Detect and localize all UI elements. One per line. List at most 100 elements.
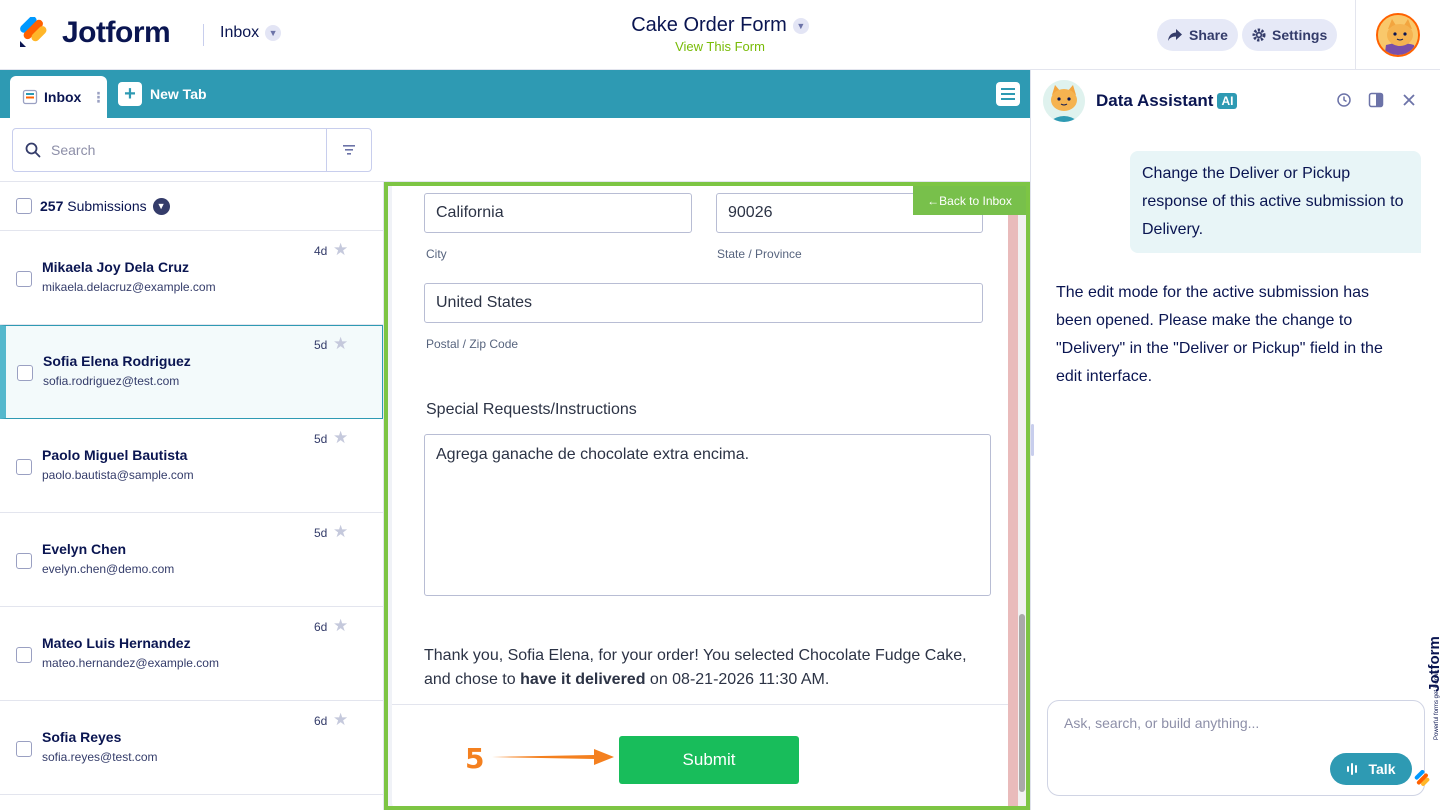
star-icon[interactable]: ★ [333,428,348,448]
hamburger-menu-icon[interactable] [996,82,1020,106]
form-scrollbar[interactable] [1018,186,1026,806]
history-icon[interactable] [1336,92,1352,108]
star-icon[interactable]: ★ [333,710,348,730]
submission-age: 6d [314,620,328,634]
jotform-watermark-icon [1414,770,1430,786]
edit-form-frame: California 90026 City State / Province U… [384,182,1030,810]
submitter-name: Paolo Miguel Bautista [42,447,188,463]
state-sublabel: State / Province [717,247,802,261]
zip-field[interactable]: United States [424,283,983,323]
new-tab-label: New Tab [150,86,207,102]
arrow-right-icon [492,749,614,765]
header-divider-right [1355,0,1356,70]
share-button[interactable]: Share [1157,19,1238,51]
row-checkbox[interactable] [16,553,32,569]
filter-button[interactable] [326,128,372,172]
assistant-title: Data Assistant [1096,91,1214,110]
step-number: 5 [465,742,485,775]
inbox-icon [22,89,38,105]
submissions-list: 257 Submissions ▼ Mikaela Joy Dela Cruz … [0,182,384,810]
data-assistant-panel: Data Assistant AI Change the Deliver or … [1030,70,1440,810]
submitter-email: sofia.reyes@test.com [42,750,158,764]
back-to-inbox-button[interactable]: ←Back to Inbox [913,186,1026,215]
user-avatar[interactable] [1376,13,1420,57]
assistant-message: The edit mode for the active submission … [1056,284,1383,385]
submitter-name: Mateo Luis Hernandez [42,635,191,651]
gear-icon [1252,28,1266,42]
more-vertical-icon[interactable]: ⋮ [91,90,105,104]
star-icon[interactable]: ★ [333,240,348,260]
form-edge [1008,186,1018,806]
assistant-header: Data Assistant AI [1043,80,1238,122]
special-requests-label: Special Requests/Instructions [426,401,637,418]
thank-you-text: Thank you, Sofia Elena, for your order! … [424,647,967,688]
share-icon [1168,29,1182,41]
search-row [0,118,1030,182]
list-item-active[interactable]: Sofia Elena Rodriguez sofia.rodriguez@te… [0,325,383,419]
plus-icon: + [118,82,142,106]
row-checkbox[interactable] [16,741,32,757]
list-item[interactable]: Mateo Luis Hernandez mateo.hernandez@exa… [0,607,383,701]
panel-toggle-icon[interactable] [1368,92,1384,108]
assistant-input[interactable] [1064,715,1404,739]
zip-sublabel: Postal / Zip Code [426,337,519,351]
search-input[interactable] [51,142,301,158]
submissions-header: 257 Submissions ▼ [0,182,383,231]
submitter-name: Sofia Elena Rodriguez [43,353,191,369]
submit-button[interactable]: Submit [619,736,799,784]
submitter-email: paolo.bautista@sample.com [42,468,194,482]
top-header: Jotform Inbox ▼ Cake Order Form ▼ View T… [0,0,1440,70]
settings-button[interactable]: Settings [1242,19,1338,51]
talk-button[interactable]: Talk [1330,753,1412,785]
form-title-dropdown[interactable]: Cake Order Form ▼ [631,14,809,37]
delivery-choice: have it delivered [520,671,646,688]
city-field[interactable]: California [424,193,692,233]
user-message-bubble: Change the Deliver or Pickup response of… [1130,151,1421,253]
chevron-down-icon[interactable]: ▼ [152,197,170,215]
new-tab-button[interactable]: + New Tab [118,82,207,106]
list-item[interactable]: Paolo Miguel Bautista paolo.bautista@sam… [0,419,383,513]
row-checkbox[interactable] [16,459,32,475]
star-icon[interactable]: ★ [333,522,348,542]
assistant-avatar [1043,80,1085,122]
star-icon[interactable]: ★ [333,616,348,636]
voice-wave-icon [1346,763,1357,775]
settings-label: Settings [1272,27,1328,43]
form-title: Cake Order Form [631,14,787,36]
talk-label: Talk [1368,761,1396,777]
select-all-checkbox[interactable] [16,198,32,214]
share-label: Share [1189,27,1228,43]
cat-assistant-icon [1043,80,1085,122]
panel-resize-handle[interactable] [1031,424,1034,456]
close-icon[interactable] [1401,92,1417,108]
special-requests-textarea[interactable]: Agrega ganache de chocolate extra encima… [424,434,991,596]
list-item[interactable]: Mikaela Joy Dela Cruz mikaela.delacruz@e… [0,231,383,325]
submitter-email: mikaela.delacruz@example.com [42,280,216,294]
row-checkbox[interactable] [16,647,32,663]
submission-age: 4d [314,244,328,258]
list-item[interactable]: Sofia Reyes sofia.reyes@test.com 6d ★ [0,701,383,795]
search-box [12,128,327,172]
search-icon [25,142,41,158]
row-checkbox[interactable] [17,365,33,381]
tab-inbox-label: Inbox [44,89,82,105]
form-paper: California 90026 City State / Province U… [392,186,1012,806]
assistant-input-box: Talk [1047,700,1425,796]
list-item[interactable]: Evelyn Chen evelyn.chen@demo.com 5d ★ [0,513,383,607]
submitter-email: sofia.rodriguez@test.com [43,374,180,388]
form-divider [392,704,1012,705]
tab-bar: Inbox ⋮ + New Tab [0,70,1030,118]
submissions-count: 257 Submissions [40,198,147,214]
submission-age: 6d [314,714,328,728]
submitter-email: evelyn.chen@demo.com [42,562,175,576]
submitter-name: Sofia Reyes [42,729,122,745]
submitter-name: Evelyn Chen [42,541,127,557]
scrollbar-thumb[interactable] [1019,614,1025,792]
star-icon[interactable]: ★ [333,334,348,354]
city-sublabel: City [426,247,447,261]
submitter-name: Mikaela Joy Dela Cruz [42,259,190,275]
ai-badge: AI [1217,93,1238,109]
tab-inbox[interactable]: Inbox ⋮ [10,76,107,118]
row-checkbox[interactable] [16,271,32,287]
submission-age: 5d [314,338,328,352]
